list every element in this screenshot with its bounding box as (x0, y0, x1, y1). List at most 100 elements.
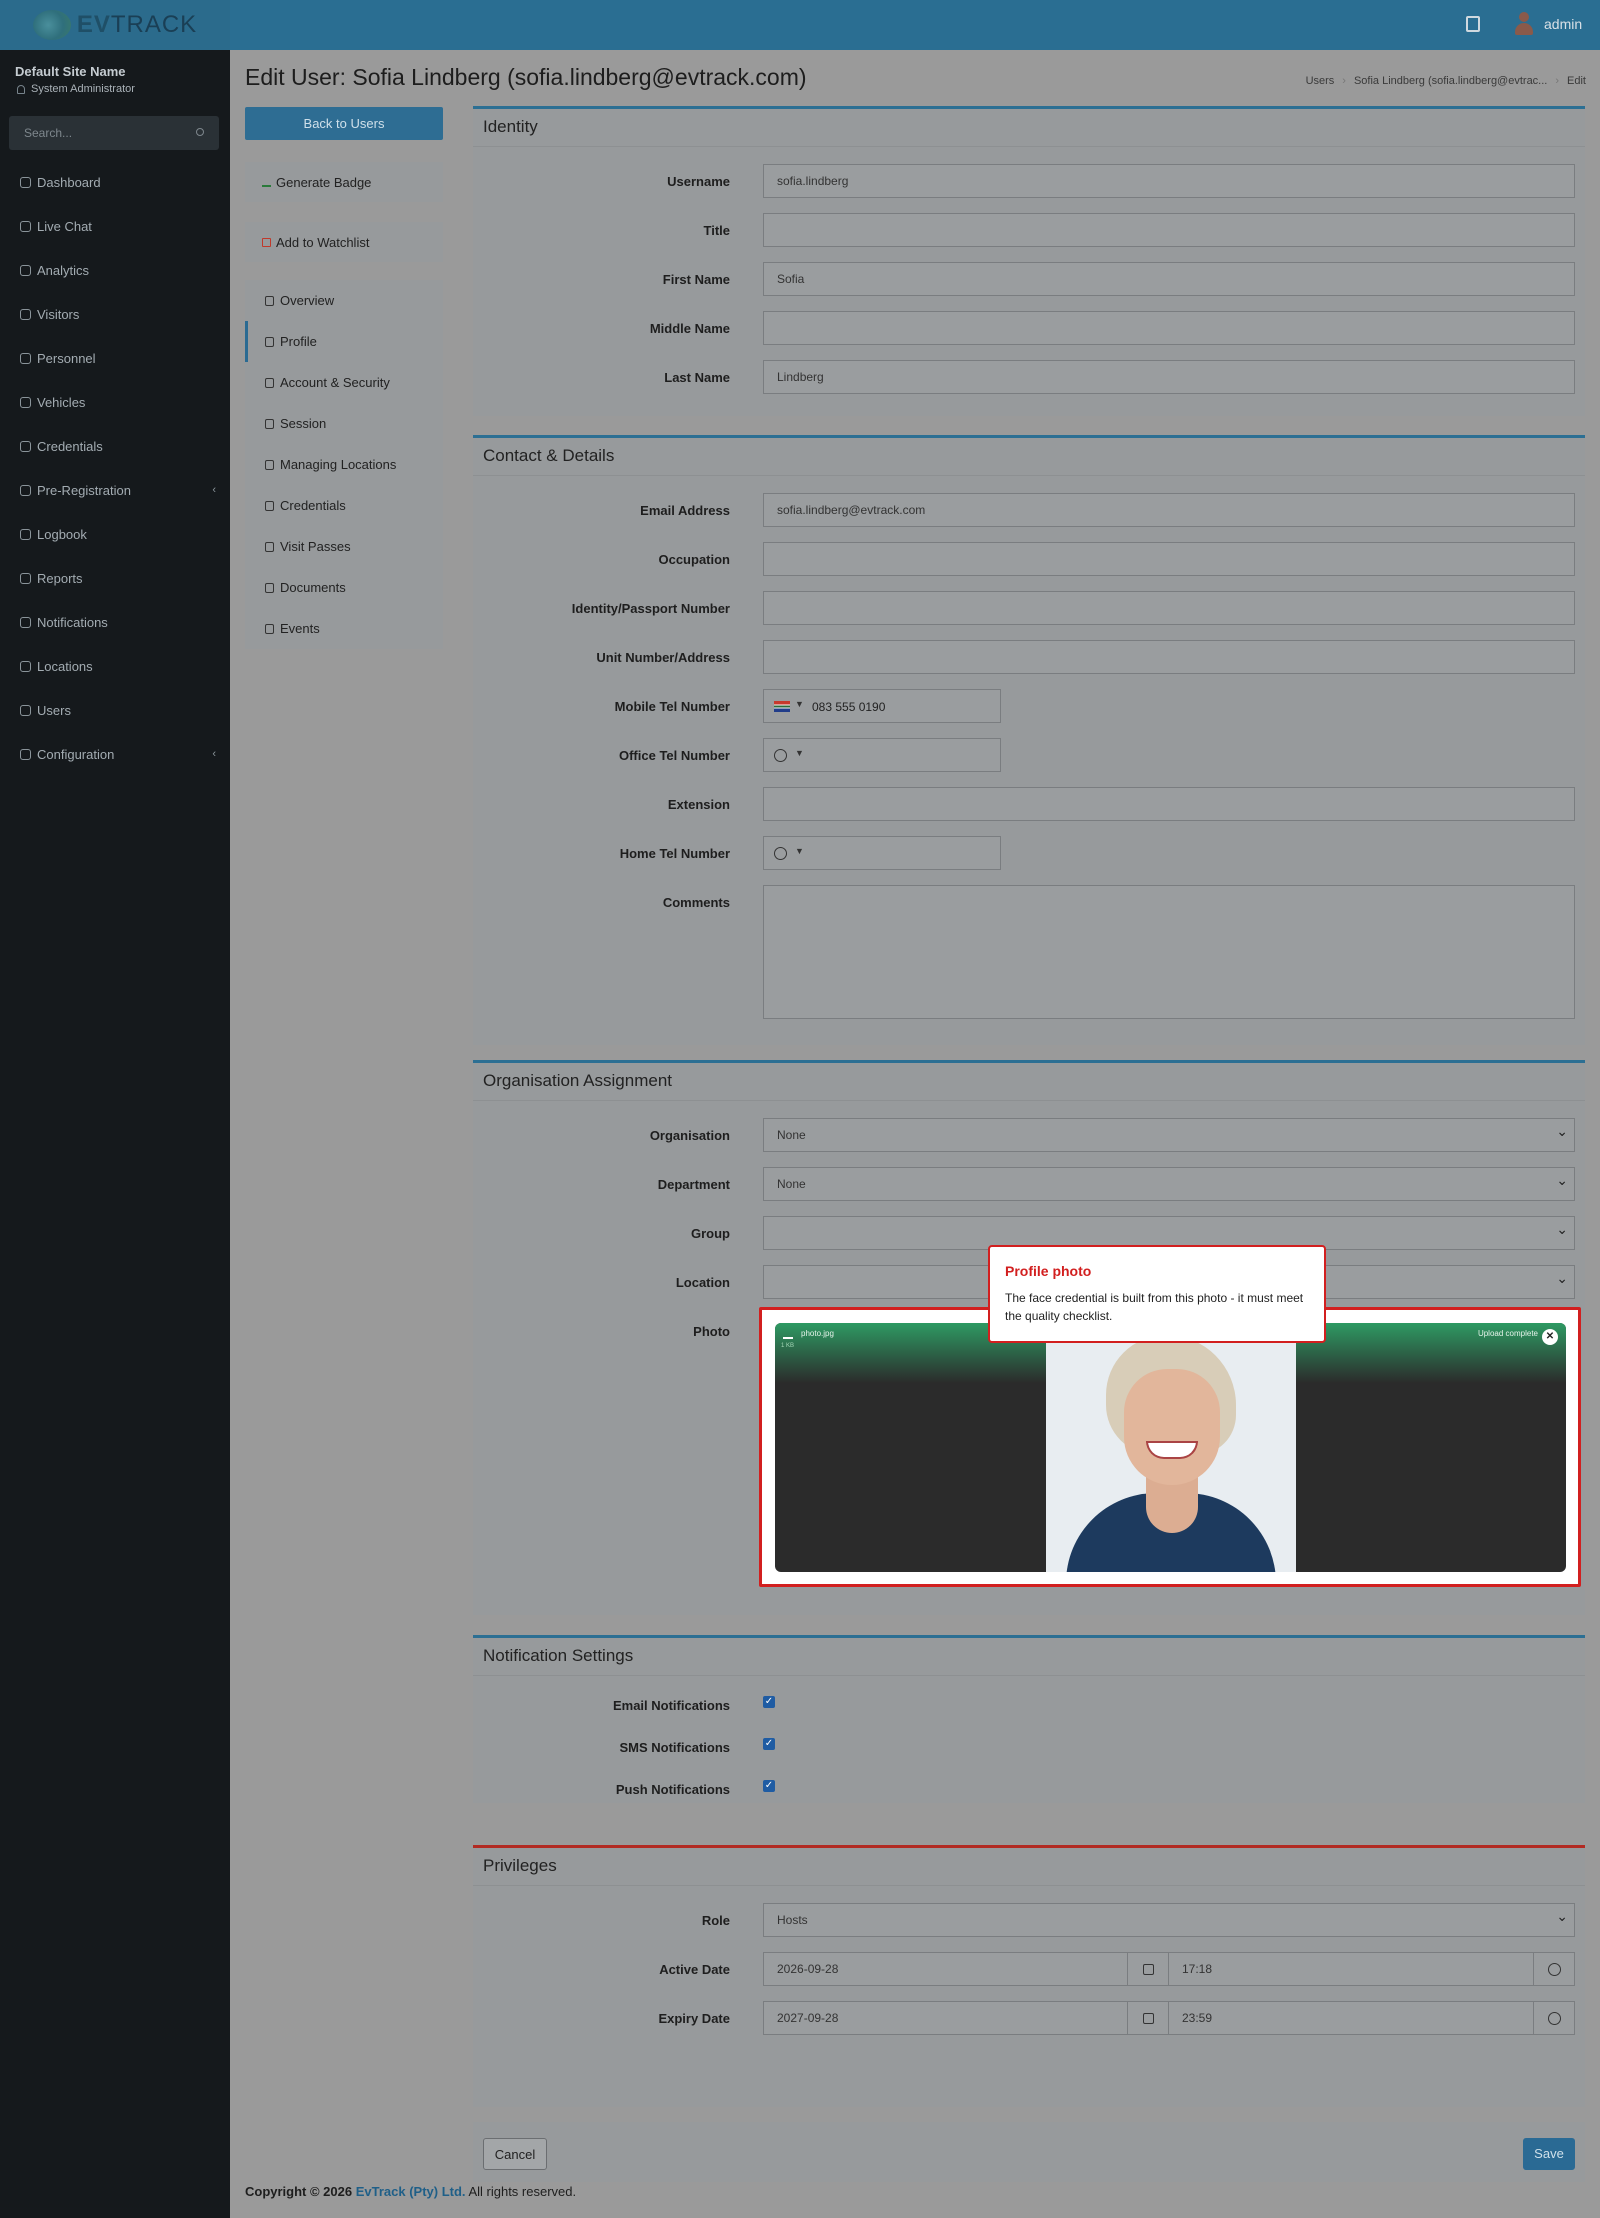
tab-visit-passes[interactable]: Visit Passes (245, 526, 443, 567)
nav-configuration[interactable]: Configuration ‹ (0, 732, 230, 776)
nav-dashboard[interactable]: Dashboard (0, 160, 230, 204)
nav-users[interactable]: Users (0, 688, 230, 732)
occupation-field[interactable] (763, 542, 1575, 576)
nav-reports[interactable]: Reports (0, 556, 230, 600)
field-label: Comments (662, 895, 730, 910)
expiry-date-picker-button[interactable] (1127, 2001, 1169, 2035)
nav-pre-registration[interactable]: Pre-Registration ‹ (0, 468, 230, 512)
active-date-picker-button[interactable] (1127, 1952, 1169, 1986)
field-label: Location (675, 1275, 730, 1290)
globe-icon[interactable] (774, 749, 787, 762)
nav-logbook[interactable]: Logbook (0, 512, 230, 556)
role-select[interactable]: Hosts (763, 1903, 1575, 1937)
caret-down-icon: ▼ (795, 748, 804, 758)
company-link[interactable]: EvTrack (Pty) Ltd. (356, 2184, 466, 2199)
save-button[interactable]: Save (1523, 2138, 1575, 2170)
generate-badge-button[interactable]: Generate Badge (245, 162, 443, 202)
tab-session[interactable]: Session (245, 403, 443, 444)
phone-number: 083 555 0190 (812, 700, 886, 714)
flag-icon[interactable] (774, 701, 790, 712)
breadcrumb-user[interactable]: Sofia Lindberg (sofia.lindberg@evtrac... (1354, 75, 1547, 87)
user-menu[interactable]: admin (1514, 12, 1582, 36)
active-time-field[interactable]: 17:18 (1168, 1952, 1534, 1986)
exchange-icon (20, 484, 31, 496)
nav-vehicles[interactable]: Vehicles (0, 380, 230, 424)
nav-notifications[interactable]: Notifications (0, 600, 230, 644)
office-phone-field[interactable]: ▼ (763, 738, 1001, 772)
field-label: Unit Number/Address (596, 650, 730, 665)
organisation-select[interactable]: None (763, 1118, 1575, 1152)
active-time-picker-button[interactable] (1533, 1952, 1575, 1986)
email-notifications-checkbox[interactable]: ✓ (763, 1696, 775, 1708)
tab-events[interactable]: Events (245, 608, 443, 649)
chevron-left-icon: ‹ (212, 484, 216, 496)
id-passport-field[interactable] (763, 591, 1575, 625)
photo-filename: photo.jpg (801, 1329, 834, 1338)
comments-field[interactable] (763, 885, 1575, 1019)
sms-notifications-checkbox[interactable]: ✓ (763, 1738, 775, 1750)
breadcrumb-users[interactable]: Users (1306, 75, 1335, 87)
mobile-phone-field[interactable]: ▼ 083 555 0190 (763, 689, 1001, 723)
last-name-field[interactable]: Lindberg (763, 360, 1575, 394)
tab-managing-locations[interactable]: Managing Locations (245, 444, 443, 485)
tab-overview[interactable]: Overview (245, 280, 443, 321)
lock-icon (265, 377, 274, 388)
personnel-icon (20, 352, 31, 364)
panel-title: Identity (473, 109, 1585, 147)
middle-name-field[interactable] (763, 311, 1575, 345)
panel-title: Contact & Details (473, 438, 1585, 476)
active-date-field[interactable]: 2026-09-28 (763, 1952, 1128, 1986)
photo-filesize: 1 KB (781, 1343, 795, 1349)
expiry-time-picker-button[interactable] (1533, 2001, 1575, 2035)
globe-icon[interactable] (774, 847, 787, 860)
field-label: Push Notifications (615, 1782, 730, 1797)
email-field[interactable]: sofia.lindberg@evtrack.com (763, 493, 1575, 527)
tab-profile[interactable]: Profile (245, 321, 443, 362)
unit-address-field[interactable] (763, 640, 1575, 674)
first-name-field[interactable]: Sofia (763, 262, 1575, 296)
title-field[interactable] (763, 213, 1575, 247)
nav-analytics[interactable]: Analytics (0, 248, 230, 292)
department-select[interactable]: None (763, 1167, 1575, 1201)
cancel-button[interactable]: Cancel (483, 2138, 547, 2170)
nav-personnel[interactable]: Personnel (0, 336, 230, 380)
contact-panel: Contact & Details Email Address sofia.lin… (473, 435, 1585, 1045)
push-notifications-checkbox[interactable]: ✓ (763, 1780, 775, 1792)
field-label: Email Notifications (612, 1698, 730, 1713)
book-icon[interactable] (1466, 16, 1480, 32)
nav-visitors[interactable]: Visitors (0, 292, 230, 336)
field-label: Last Name (664, 370, 730, 385)
key-icon (265, 418, 274, 429)
active-datetime: 2026-09-28 17:18 (763, 1952, 1575, 1986)
tab-account-security[interactable]: Account & Security (245, 362, 443, 403)
field-label: Identity/Passport Number (571, 601, 730, 616)
tab-credentials[interactable]: Credentials (245, 485, 443, 526)
username-field[interactable]: sofia.lindberg (763, 164, 1575, 198)
field-label: Extension (667, 797, 730, 812)
gear-icon (20, 748, 31, 760)
credential-icon (265, 500, 274, 511)
remove-photo-icon[interactable]: ✕ (1542, 1329, 1558, 1345)
search-input[interactable]: Search... (9, 116, 219, 150)
location-pin-icon (265, 459, 274, 470)
eye-icon (20, 308, 31, 320)
add-to-watchlist-button[interactable]: Add to Watchlist (245, 222, 443, 262)
back-to-users-button[interactable]: Back to Users (245, 107, 443, 140)
upload-status: Upload complete (1477, 1329, 1538, 1338)
page-title: Edit User: Sofia Lindberg (sofia.lindber… (245, 64, 807, 90)
home-phone-field[interactable]: ▼ (763, 836, 1001, 870)
field-label: Username (667, 174, 730, 189)
expiry-date-field[interactable]: 2027-09-28 (763, 2001, 1128, 2035)
photo-dropzone[interactable]: photo.jpg 1 KB Upload complete ✕ (759, 1307, 1581, 1587)
download-icon[interactable] (783, 1329, 793, 1339)
tab-documents[interactable]: Documents (245, 567, 443, 608)
nav-credentials[interactable]: Credentials (0, 424, 230, 468)
expiry-time-field[interactable]: 23:59 (1168, 2001, 1534, 2035)
nav-locations[interactable]: Locations (0, 644, 230, 688)
field-label: Home Tel Number (619, 846, 730, 861)
identity-panel: Identity Username sofia.lindberg Title Fi… (473, 106, 1585, 416)
extension-field[interactable] (763, 787, 1575, 821)
tooltip-title: Profile photo (1005, 1263, 1092, 1279)
nav-live-chat[interactable]: Live Chat (0, 204, 230, 248)
logo[interactable]: EVTRACK (0, 0, 230, 50)
